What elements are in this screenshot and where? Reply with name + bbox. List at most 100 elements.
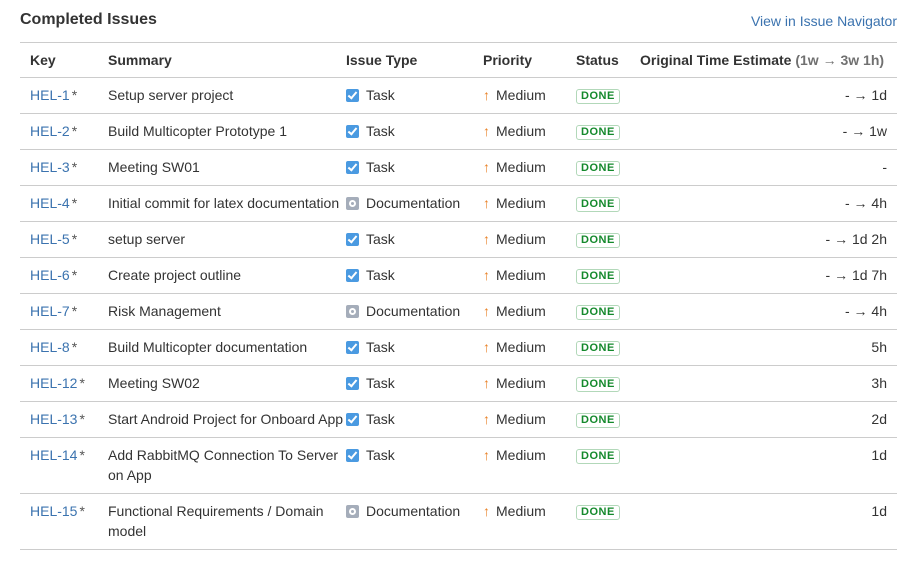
view-in-issue-navigator-link[interactable]: View in Issue Navigator [751, 13, 897, 29]
time-estimate: 2d [871, 411, 887, 427]
column-header-priority[interactable]: Priority [483, 43, 576, 78]
issue-key-link[interactable]: HEL-12 [30, 375, 77, 391]
status-badge: DONE [576, 413, 620, 428]
issue-type-cell: Documentation [346, 293, 483, 330]
key-cell: HEL-2 * [20, 113, 108, 150]
issue-added-flag: * [71, 231, 78, 247]
table-row[interactable]: HEL-4 * Initial commit for latex documenta… [20, 185, 897, 222]
table-row[interactable]: HEL-15 * Functional Requirements / Domain … [20, 493, 897, 550]
priority-cell: ↑ Medium [483, 329, 576, 366]
table-row[interactable]: HEL-2 * Build Multicopter Prototype 1 Task ↑… [20, 113, 897, 150]
table-row[interactable]: HEL-14 * Add RabbitMQ Connection To Server… [20, 437, 897, 494]
documentation-icon [346, 305, 359, 318]
status-badge: DONE [576, 233, 620, 248]
status-cell: DONE [576, 365, 640, 402]
issue-key-link[interactable]: HEL-4 [30, 195, 70, 211]
issue-type-cell: Task [346, 365, 483, 402]
status-cell: DONE [576, 257, 640, 294]
priority-cell: ↑ Medium [483, 493, 576, 550]
column-header-status[interactable]: Status [576, 43, 640, 78]
issue-summary: Add RabbitMQ Connection To Server on App [108, 447, 339, 483]
priority-label: Medium [496, 339, 546, 355]
key-cell: HEL-1 * [20, 77, 108, 114]
table-row[interactable]: HEL-8 * Build Multicopter documentation Tas… [20, 329, 897, 366]
column-header-original-time-estimate[interactable]: Original Time Estimate (1w → 3w 1h) [640, 43, 897, 78]
issue-added-flag: * [71, 303, 78, 319]
status-badge: DONE [576, 161, 620, 176]
summary-cell: Initial commit for latex documentation [108, 185, 346, 222]
status-badge: DONE [576, 305, 620, 320]
issue-key-link[interactable]: HEL-5 [30, 231, 70, 247]
estimate-cell: 2d [640, 401, 897, 438]
issue-summary: Setup server project [108, 87, 234, 103]
priority-medium-arrow-icon: ↑ [483, 87, 490, 103]
status-cell: DONE [576, 185, 640, 222]
status-badge: DONE [576, 197, 620, 212]
priority-cell: ↑ Medium [483, 149, 576, 186]
priority-cell: ↑ Medium [483, 77, 576, 114]
issue-summary: Meeting SW01 [108, 159, 200, 175]
status-cell: DONE [576, 77, 640, 114]
column-header-issue-type[interactable]: Issue Type [346, 43, 483, 78]
issue-type-cell: Task [346, 401, 483, 438]
summary-cell: Meeting SW01 [108, 149, 346, 186]
priority-cell: ↑ Medium [483, 437, 576, 494]
summary-cell: Functional Requirements / Domain model [108, 493, 346, 550]
issue-key-link[interactable]: HEL-6 [30, 267, 70, 283]
documentation-icon [346, 197, 359, 210]
issue-key-link[interactable]: HEL-7 [30, 303, 70, 319]
priority-cell: ↑ Medium [483, 293, 576, 330]
column-header-summary[interactable]: Summary [108, 43, 346, 78]
column-header-key[interactable]: Key [20, 43, 108, 78]
issue-summary: Meeting SW02 [108, 375, 200, 391]
issue-key-link[interactable]: HEL-15 [30, 503, 77, 519]
summary-cell: Build Multicopter documentation [108, 329, 346, 366]
estimate-cell: - → 1w [640, 113, 897, 150]
status-badge: DONE [576, 269, 620, 284]
issue-key-link[interactable]: HEL-3 [30, 159, 70, 175]
issue-added-flag: * [71, 267, 78, 283]
issue-summary: setup server [108, 231, 186, 247]
table-row[interactable]: HEL-13 * Start Android Project for Onboard… [20, 401, 897, 438]
issue-key-link[interactable]: HEL-1 [30, 87, 70, 103]
table-row[interactable]: HEL-3 * Meeting SW01 Task ↑ Medium DONE - [20, 149, 897, 186]
time-estimate: - → 1d 7h [825, 267, 887, 283]
issue-type-cell: Task [346, 77, 483, 114]
summary-cell: Add RabbitMQ Connection To Server on App [108, 437, 346, 494]
issue-type-cell: Documentation [346, 493, 483, 550]
issues-table: Key Summary Issue Type Priority Status O… [20, 43, 897, 550]
priority-medium-arrow-icon: ↑ [483, 411, 490, 427]
issue-added-flag: * [71, 159, 78, 175]
key-cell: HEL-4 * [20, 185, 108, 222]
key-cell: HEL-8 * [20, 329, 108, 366]
task-icon [346, 449, 359, 462]
estimate-cell: 1d [640, 493, 897, 550]
table-row[interactable]: HEL-5 * setup server Task ↑ Medium DONE - → 1d … [20, 221, 897, 258]
issue-type-cell: Task [346, 149, 483, 186]
status-cell: DONE [576, 221, 640, 258]
priority-cell: ↑ Medium [483, 365, 576, 402]
issue-key-link[interactable]: HEL-13 [30, 411, 77, 427]
time-estimate: - → 4h [844, 195, 887, 211]
estimate-cell: 1d [640, 437, 897, 494]
table-row[interactable]: HEL-1 * Setup server project Task ↑ Medium DON… [20, 77, 897, 114]
issue-key-link[interactable]: HEL-2 [30, 123, 70, 139]
issue-added-flag: * [79, 411, 85, 427]
issue-key-link[interactable]: HEL-8 [30, 339, 70, 355]
table-row[interactable]: HEL-6 * Create project outline Task ↑ Medium D… [20, 257, 897, 294]
status-cell: DONE [576, 437, 640, 494]
table-row[interactable]: HEL-12 * Meeting SW02 Task ↑ Medium DONE 3h [20, 365, 897, 402]
issue-type-label: Task [366, 447, 395, 463]
issue-type-cell: Task [346, 329, 483, 366]
issue-key-link[interactable]: HEL-14 [30, 447, 77, 463]
task-icon [346, 341, 359, 354]
priority-medium-arrow-icon: ↑ [483, 159, 490, 175]
summary-cell: Create project outline [108, 257, 346, 294]
priority-label: Medium [496, 195, 546, 211]
issue-type-label: Task [366, 159, 395, 175]
status-badge: DONE [576, 505, 620, 520]
issue-summary: Build Multicopter Prototype 1 [108, 123, 287, 139]
estimate-cell: - [640, 149, 897, 186]
table-row[interactable]: HEL-7 * Risk Management Documentation ↑ Mediu… [20, 293, 897, 330]
issue-type-label: Task [366, 411, 395, 427]
